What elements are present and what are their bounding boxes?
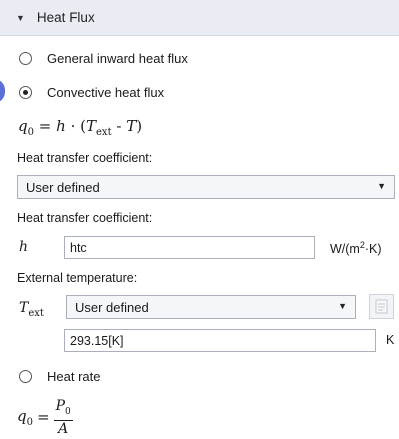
section-title: Heat Flux xyxy=(36,10,95,25)
ext-temp-mode-select[interactable]: User defined ▼ xyxy=(66,295,356,319)
radio-button[interactable] xyxy=(19,52,32,65)
section-header-heat-flux[interactable]: ▼ Heat Flux xyxy=(0,0,399,36)
ext-temp-value: 293.15[K] xyxy=(70,333,124,348)
heat-rate-formula: q0 = P0 A xyxy=(17,398,73,437)
ext-temp-label: External temperature: xyxy=(17,271,138,285)
htc-unit: W/(m2·K) xyxy=(330,240,382,257)
document-icon-button[interactable] xyxy=(369,294,394,319)
ext-temp-symbol: Text xyxy=(19,300,44,319)
document-icon xyxy=(375,299,388,314)
ext-temp-unit: K xyxy=(386,333,395,347)
radio-button-checked[interactable] xyxy=(19,86,32,99)
convective-formula: q0 = h · (Text - T) xyxy=(18,117,143,138)
htc-mode-value: User defined xyxy=(26,179,100,195)
htc-value: htc xyxy=(70,240,87,255)
selection-marker xyxy=(0,79,5,103)
option-convective-heat-flux[interactable]: Convective heat flux xyxy=(19,85,164,100)
dropdown-arrow-icon: ▼ xyxy=(377,181,386,191)
radio-button[interactable] xyxy=(19,370,32,383)
ext-temp-input[interactable]: 293.15[K] xyxy=(64,329,376,352)
option-heat-rate[interactable]: Heat rate xyxy=(19,369,100,384)
ext-temp-mode-value: User defined xyxy=(75,299,149,315)
htc-label: Heat transfer coefficient: xyxy=(17,211,153,225)
htc-mode-label: Heat transfer coefficient: xyxy=(17,151,153,165)
option-label: General inward heat flux xyxy=(47,51,188,66)
htc-symbol: h xyxy=(19,239,29,255)
dropdown-arrow-icon: ▼ xyxy=(338,301,347,311)
collapse-caret-icon[interactable]: ▼ xyxy=(16,13,25,23)
option-label: Heat rate xyxy=(47,369,101,384)
option-general-inward-heat-flux[interactable]: General inward heat flux xyxy=(19,51,188,66)
htc-input[interactable]: htc xyxy=(64,236,315,259)
htc-mode-select[interactable]: User defined ▼ xyxy=(17,175,395,199)
option-label: Convective heat flux xyxy=(47,85,165,100)
